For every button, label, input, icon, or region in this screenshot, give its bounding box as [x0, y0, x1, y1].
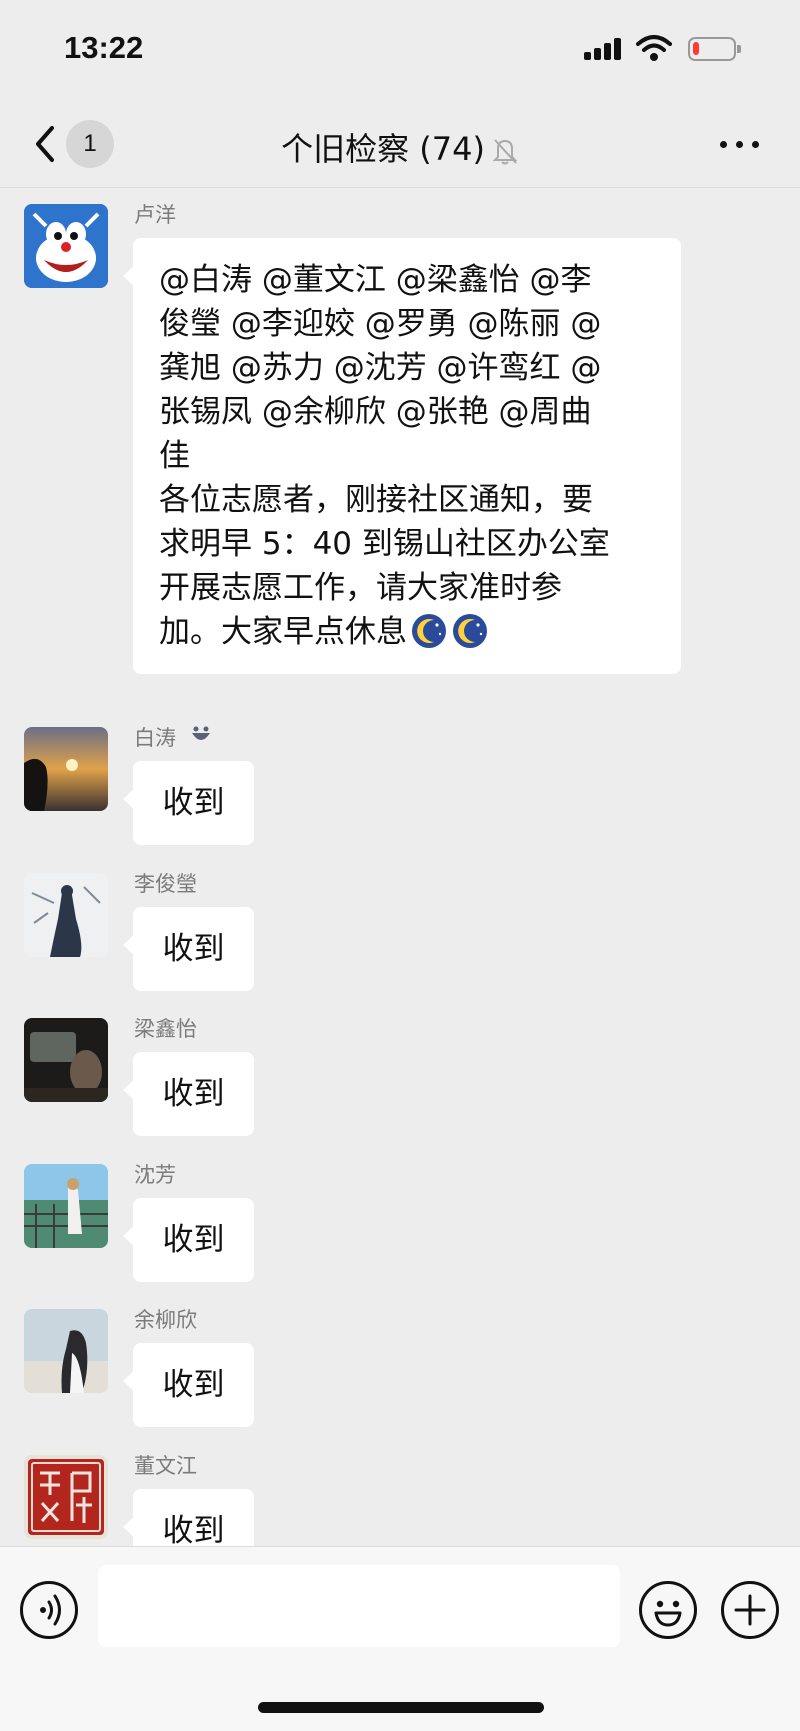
battery-fill: [693, 42, 699, 55]
message-list[interactable]: 卢洋 @白涛 @董文江 @梁鑫怡 @李 俊瑩 @李迎姣 @罗勇 @陈丽 @ 龚旭…: [0, 189, 800, 1546]
status-icons: [584, 34, 764, 64]
cellular-signal-icon: [584, 34, 624, 64]
message-item: 余柳欣 收到: [0, 1304, 800, 1439]
plus-icon[interactable]: [721, 1581, 779, 1639]
message-bubble[interactable]: 收到: [123, 907, 254, 991]
message-bubble[interactable]: 收到: [123, 761, 254, 845]
message-input[interactable]: [98, 1565, 620, 1647]
message-bubble[interactable]: 收到: [123, 1198, 254, 1282]
ellipsis-icon[interactable]: [718, 126, 762, 162]
sender-name: 李俊瑩: [134, 872, 197, 896]
avatar[interactable]: [24, 1455, 108, 1539]
sender-name-text: 白涛: [134, 726, 176, 750]
avatar[interactable]: [24, 204, 108, 288]
message-item: 沈芳 收到: [0, 1159, 800, 1294]
message-item: 董文江 收到: [0, 1450, 800, 1546]
message-bubble[interactable]: 收到: [123, 1489, 254, 1546]
wifi-icon: [636, 34, 672, 64]
sender-name: 余柳欣: [134, 1308, 197, 1332]
battery-low-icon: [688, 37, 741, 61]
avatar[interactable]: [24, 1018, 108, 1102]
chat-header: 1 个旧检察 (74): [0, 100, 800, 188]
sender-name: 卢洋: [134, 203, 176, 227]
status-bar: 13:22: [0, 0, 800, 100]
message-item: 白涛 收到: [0, 722, 800, 857]
home-indicator[interactable]: [258, 1702, 544, 1713]
crescent-moon-emoji: [451, 612, 489, 650]
avatar[interactable]: [24, 873, 108, 957]
message-item: 李俊瑩 收到: [0, 868, 800, 1003]
message-bubble[interactable]: @白涛 @董文江 @梁鑫怡 @李 俊瑩 @李迎姣 @罗勇 @陈丽 @ 龚旭 @苏…: [123, 238, 681, 674]
chat-title-text: 个旧检察 (74): [281, 130, 485, 168]
sender-name: 董文江: [134, 1454, 197, 1478]
sender-name: 白涛: [134, 722, 214, 752]
message-bubble[interactable]: 收到: [123, 1343, 254, 1427]
sender-name: 沈芳: [134, 1163, 176, 1187]
mini-program-icon: [188, 725, 214, 747]
smiley-icon[interactable]: [639, 1581, 697, 1639]
message-bubble[interactable]: 收到: [123, 1052, 254, 1136]
avatar[interactable]: [24, 1309, 108, 1393]
message-item: 梁鑫怡 收到: [0, 1013, 800, 1148]
chat-title: 个旧检察 (74): [0, 124, 800, 170]
message-text: @白涛 @董文江 @梁鑫怡 @李 俊瑩 @李迎姣 @罗勇 @陈丽 @ 龚旭 @苏…: [159, 262, 610, 650]
crescent-moon-emoji: [410, 612, 448, 650]
avatar[interactable]: [24, 727, 108, 811]
voice-icon[interactable]: [20, 1581, 78, 1639]
status-time: 13:22: [64, 30, 144, 65]
message-item: 卢洋 @白涛 @董文江 @梁鑫怡 @李 俊瑩 @李迎姣 @罗勇 @陈丽 @ 龚旭…: [0, 199, 800, 709]
avatar[interactable]: [24, 1164, 108, 1248]
sender-name: 梁鑫怡: [134, 1017, 197, 1041]
bell-slash-icon: [491, 136, 519, 166]
